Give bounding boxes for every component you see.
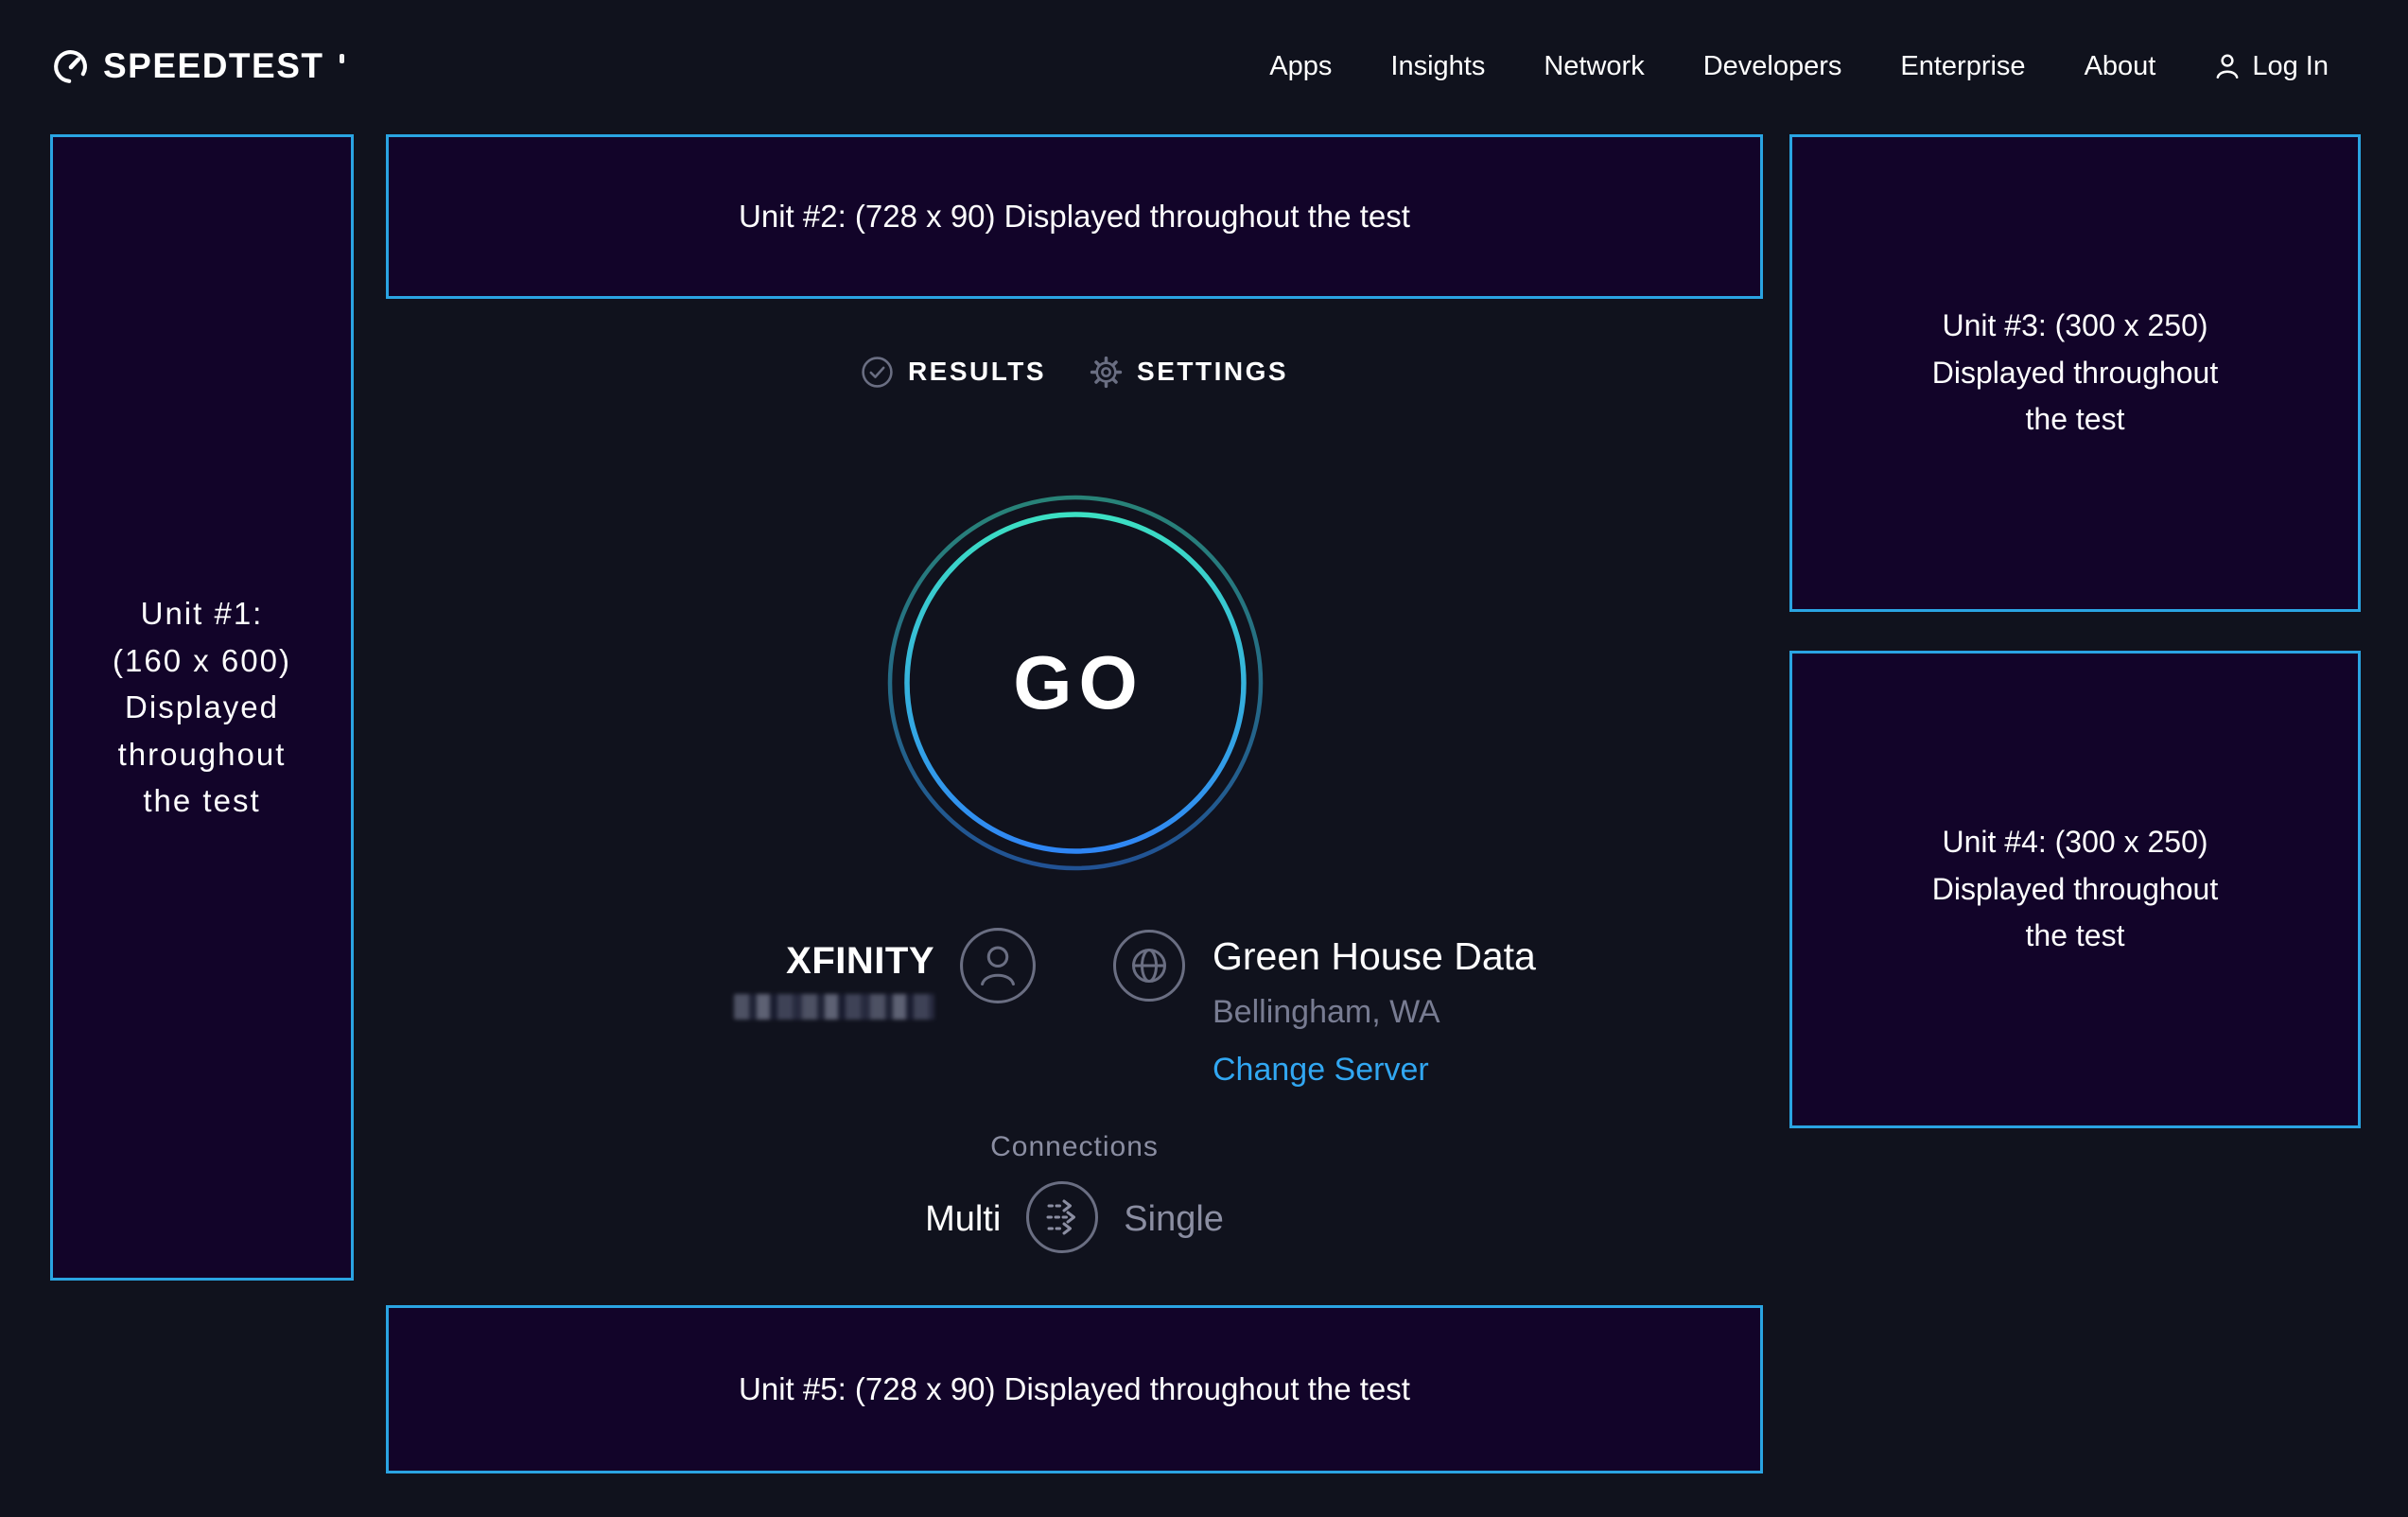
go-button[interactable]: GO (886, 494, 1265, 872)
connections-single-option[interactable]: Single (1124, 1199, 1224, 1240)
go-button-label: GO (886, 494, 1265, 872)
isp-block: XFINITY (386, 927, 1076, 1020)
login-label: Log In (2252, 51, 2329, 82)
connections-title: Connections (386, 1131, 1763, 1163)
change-server-link[interactable]: Change Server (1213, 1052, 1429, 1089)
tab-results-label: RESULTS (908, 357, 1046, 387)
login-button[interactable]: Log In (2214, 51, 2329, 82)
ad-unit-3[interactable]: Unit #3: (300 x 250) Displayed throughou… (1789, 134, 2361, 612)
logo-text: SPEEDTEST (103, 46, 324, 86)
connections-multi-option[interactable]: Multi (925, 1199, 1001, 1240)
nav-item-about[interactable]: About (2085, 51, 2156, 82)
ad-unit-1-text: Unit #1: (160 x 600) Displayed throughou… (113, 590, 291, 825)
tab-settings-label: SETTINGS (1137, 357, 1288, 387)
server-block: Green House Data Bellingham, WA Change S… (1076, 927, 1763, 1089)
check-circle-icon (861, 356, 894, 389)
nav-item-enterprise[interactable]: Enterprise (1900, 51, 2025, 82)
tab-bar: RESULTS SETTINGS (386, 353, 1763, 391)
nav-item-insights[interactable]: Insights (1390, 51, 1485, 82)
speedtest-logo[interactable]: SPEEDTEST (51, 46, 344, 86)
ad-unit-2[interactable]: Unit #2: (728 x 90) Displayed throughout… (386, 134, 1763, 299)
provider-info: XFINITY Green Hous (386, 927, 1763, 1089)
logo-trademark (340, 54, 344, 63)
server-text-block: Green House Data Bellingham, WA Change S… (1213, 934, 1536, 1089)
nav-item-network[interactable]: Network (1544, 51, 1644, 82)
tab-settings[interactable]: SETTINGS (1090, 356, 1288, 389)
header: SPEEDTEST Apps Insights Network Develope… (0, 0, 2408, 132)
ad-unit-5[interactable]: Unit #5: (728 x 90) Displayed throughout… (386, 1305, 1763, 1473)
person-icon (2214, 52, 2241, 80)
nav-item-developers[interactable]: Developers (1703, 51, 1842, 82)
ad-unit-3-text: Unit #3: (300 x 250) Displayed throughou… (1932, 303, 2218, 444)
gear-icon (1090, 356, 1123, 389)
connections-toggle: Multi Single (386, 1180, 1763, 1259)
globe-icon (1112, 929, 1186, 1003)
ad-unit-1[interactable]: Unit #1: (160 x 600) Displayed throughou… (50, 134, 354, 1281)
isp-text-block: XFINITY (734, 940, 934, 1020)
person-in-circle-icon (959, 927, 1037, 1004)
ad-unit-4[interactable]: Unit #4: (300 x 250) Displayed throughou… (1789, 651, 2361, 1128)
speedtest-page: SPEEDTEST Apps Insights Network Develope… (0, 0, 2408, 1517)
nav-item-apps[interactable]: Apps (1269, 51, 1332, 82)
tab-results[interactable]: RESULTS (861, 356, 1046, 389)
ad-unit-2-text: Unit #2: (728 x 90) Displayed throughout… (739, 193, 1410, 240)
ad-unit-5-text: Unit #5: (728 x 90) Displayed throughout… (739, 1366, 1410, 1413)
multi-arrows-icon[interactable] (1025, 1180, 1099, 1259)
redacted-ip-address (734, 994, 934, 1020)
server-name: Green House Data (1213, 934, 1536, 979)
isp-name: XFINITY (786, 940, 934, 983)
speedometer-gauge-icon (51, 47, 90, 86)
server-location: Bellingham, WA (1213, 994, 1440, 1031)
ad-unit-4-text: Unit #4: (300 x 250) Displayed throughou… (1932, 819, 2218, 960)
main-nav: Apps Insights Network Developers Enterpr… (1269, 51, 2329, 82)
